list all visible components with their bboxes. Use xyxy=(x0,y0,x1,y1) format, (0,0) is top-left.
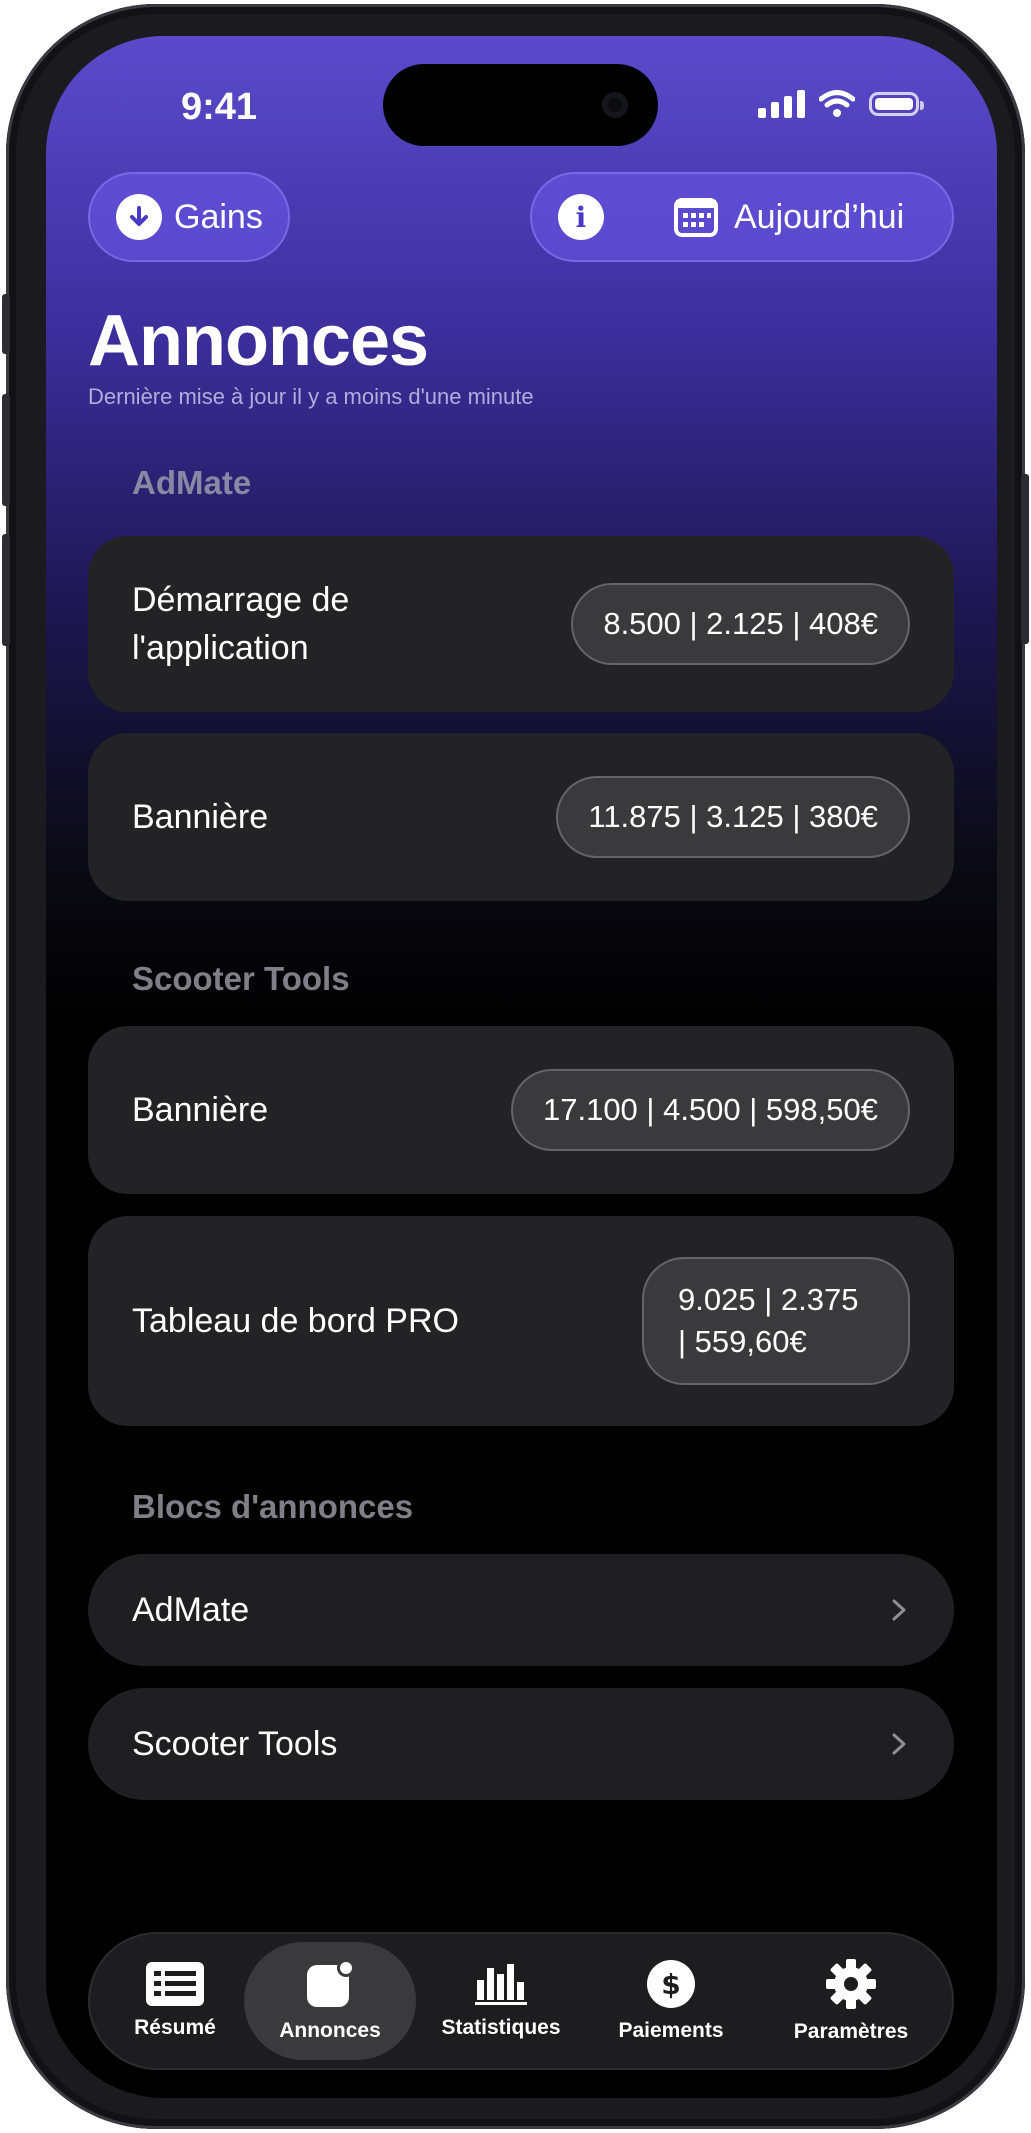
dollar-icon: $ xyxy=(647,1960,695,2008)
chevron-right-icon xyxy=(892,1599,906,1621)
last-update-text: Dernière mise à jour il y a moins d'une … xyxy=(88,384,534,409)
battery-icon xyxy=(869,92,924,116)
tab-statistiques[interactable]: Statistiques xyxy=(416,1934,586,2068)
svg-text:$: $ xyxy=(661,1968,680,2001)
status-icons xyxy=(758,90,924,118)
download-icon xyxy=(116,194,162,240)
tab-label: Résumé xyxy=(134,2016,216,2039)
bar-chart-icon xyxy=(475,1964,527,2005)
tab-annonces[interactable]: Annonces xyxy=(244,1942,416,2060)
tab-bar: Résumé Annonces Statistiques $ Paiements… xyxy=(88,1932,954,2070)
date-label: Aujourd’hui xyxy=(734,197,905,236)
gains-button[interactable]: Gains xyxy=(88,172,290,262)
date-filter-button[interactable]: Aujourd’hui xyxy=(674,197,904,237)
row-value-pill: 9.025 | 2.375 | 559,60€ xyxy=(642,1257,910,1385)
ad-row-dashboard-pro[interactable]: Tableau de bord PRO 9.025 | 2.375 | 559,… xyxy=(88,1216,954,1426)
section-header-scooter-tools: Scooter Tools xyxy=(132,960,350,997)
tab-label: Paramètres xyxy=(793,2020,909,2043)
row-label: Tableau de bord PRO xyxy=(132,1302,459,1340)
section-header-ad-units: Blocs d'annonces xyxy=(132,1488,414,1525)
row-label: Scooter Tools xyxy=(132,1725,338,1763)
chevron-right-icon xyxy=(892,1733,906,1755)
row-label: AdMate xyxy=(132,1591,250,1629)
volume-up-button xyxy=(2,394,10,506)
power-button xyxy=(1021,474,1029,644)
tab-label: Paiements xyxy=(618,2019,724,2042)
list-icon xyxy=(146,1962,204,2006)
tab-label: Statistiques xyxy=(441,2016,561,2039)
calendar-icon xyxy=(674,198,718,237)
row-label: Démarrage de l'application xyxy=(132,581,350,667)
page-title: Annonces xyxy=(88,301,429,381)
wifi-icon xyxy=(819,90,855,117)
volume-down-button xyxy=(2,534,10,646)
ad-unit-row-scooter-tools[interactable]: Scooter Tools xyxy=(88,1688,954,1800)
row-label: Bannière xyxy=(132,1091,269,1129)
app-badge-icon xyxy=(307,1959,355,2007)
tab-resume[interactable]: Résumé xyxy=(90,1934,260,2068)
gains-label: Gains xyxy=(174,197,263,236)
gear-icon xyxy=(826,1959,876,2009)
ad-row-app-open[interactable]: Démarrage de l'application 8.500 | 2.125… xyxy=(88,536,954,712)
tab-paiements[interactable]: $ Paiements xyxy=(586,1934,756,2068)
row-value-pill: 11.875 | 3.125 | 380€ xyxy=(556,776,910,858)
ad-row-banner-scooter[interactable]: Bannière 17.100 | 4.500 | 598,50€ xyxy=(88,1026,954,1194)
row-label: Bannière xyxy=(132,798,269,836)
status-time: 9:41 xyxy=(181,86,258,128)
action-button xyxy=(2,294,10,354)
phone-frame: 9:41 Gains i Aujourd’hui Annonces Derniè… xyxy=(2,4,1029,2129)
header-right-group: i Aujourd’hui xyxy=(530,172,954,262)
ad-row-banner-admate[interactable]: Bannière 11.875 | 3.125 | 380€ xyxy=(88,733,954,901)
section-header-admate: AdMate xyxy=(132,464,252,501)
ad-unit-row-admate[interactable]: AdMate xyxy=(88,1554,954,1666)
camera-icon xyxy=(602,92,628,118)
dynamic-island xyxy=(383,64,658,146)
tab-parametres[interactable]: Paramètres xyxy=(756,1934,946,2068)
info-icon[interactable]: i xyxy=(558,194,604,240)
screen: 9:41 Gains i Aujourd’hui Annonces Derniè… xyxy=(46,36,997,2098)
row-value-pill: 17.100 | 4.500 | 598,50€ xyxy=(510,1069,910,1151)
signal-icon xyxy=(758,90,805,118)
tab-label: Annonces xyxy=(279,2019,381,2042)
row-value-pill: 8.500 | 2.125 | 408€ xyxy=(571,583,910,665)
